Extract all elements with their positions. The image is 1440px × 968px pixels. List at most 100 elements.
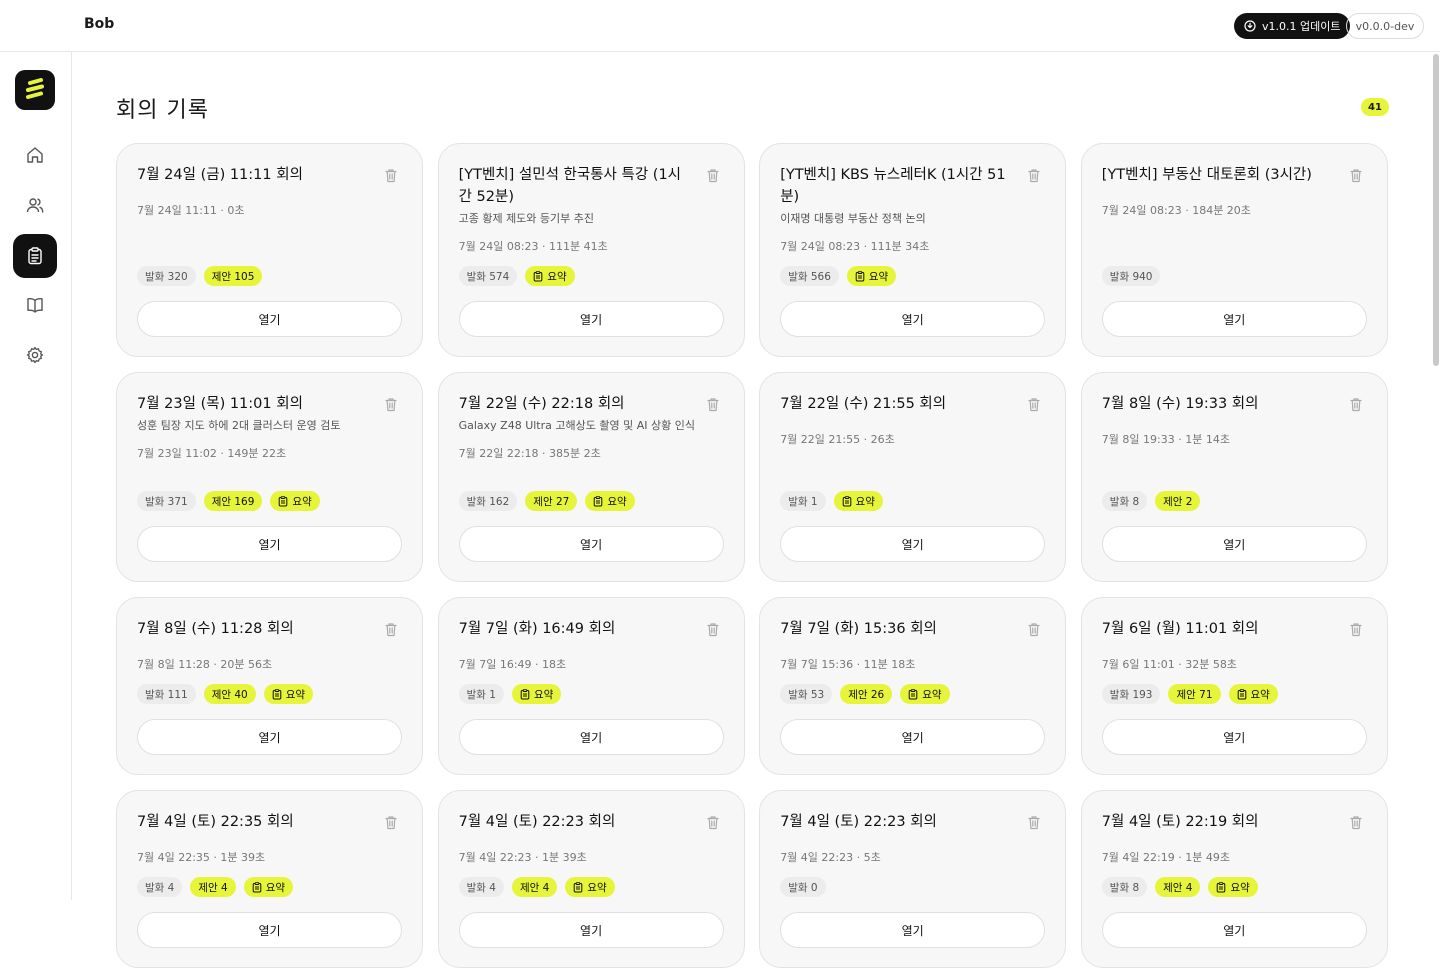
meeting-card[interactable]: [YT벤치] KBS 뉴스레터K (1시간 51분) 이재명 대통령 부동산 정책… — [759, 143, 1067, 357]
meeting-card[interactable]: 7월 6일 (월) 11:01 회의 7월 6일 11:01 · 32분 58초 발… — [1080, 597, 1388, 775]
open-button[interactable]: 열기 — [1101, 912, 1367, 948]
meeting-card[interactable]: 7월 4일 (토) 22:23 회의 7월 4일 22:23 · 1분 39초 발화… — [437, 790, 745, 968]
meeting-card[interactable]: [YT벤치] 부동산 대토론회 (3시간) 7월 24일 08:23 · 184분… — [1080, 143, 1388, 357]
summary-label: 요약 — [547, 270, 567, 283]
summary-label: 요약 — [607, 495, 627, 508]
proposal-count-chip: 제안 4 — [511, 877, 558, 897]
home-icon — [25, 145, 45, 165]
trash-icon[interactable] — [1349, 397, 1363, 412]
utterance-count-chip: 발화 53 — [780, 684, 833, 704]
utterance-count-chip: 발화 8 — [1101, 877, 1148, 897]
trash-icon[interactable] — [384, 397, 398, 412]
meeting-chips: 발화 0 — [780, 877, 826, 897]
summary-label: 요약 — [285, 688, 306, 701]
summary-label: 요약 — [533, 688, 554, 701]
app-logo[interactable] — [15, 70, 55, 110]
open-button[interactable]: 열기 — [137, 912, 402, 948]
trash-icon[interactable] — [1027, 168, 1041, 183]
meeting-card[interactable]: 7월 23일 (목) 11:01 회의 성훈 팀장 지도 하에 2대 클러스터 운… — [116, 372, 423, 582]
summary-chip: 요약 — [900, 684, 950, 704]
open-button[interactable]: 열기 — [780, 301, 1046, 337]
scrollbar-thumb[interactable] — [1433, 54, 1439, 366]
trash-icon[interactable] — [1349, 815, 1363, 830]
sidebar-item-home[interactable] — [13, 133, 57, 177]
open-button[interactable]: 열기 — [1101, 719, 1367, 755]
top-bar: Bob v1.0.1 업데이트 v0.0.0-dev — [0, 0, 1440, 52]
open-button[interactable]: 열기 — [137, 719, 402, 755]
meeting-card[interactable]: [YT벤치] 설민석 한국통사 특강 (1시간 52분) 고종 황제 제도와 등기… — [437, 143, 745, 357]
summary-label: 요약 — [922, 688, 942, 701]
meeting-meta: 7월 22일 21:55 · 26초 — [780, 433, 895, 446]
document-icon — [855, 270, 865, 282]
open-button[interactable]: 열기 — [458, 526, 724, 562]
meeting-card[interactable]: 7월 22일 (수) 22:18 회의 Galaxy Z48 Ultra 고해상도… — [437, 372, 745, 582]
trash-icon[interactable] — [1027, 815, 1041, 830]
open-button[interactable]: 열기 — [458, 301, 724, 337]
trash-icon[interactable] — [1349, 622, 1363, 637]
meeting-meta: 7월 4일 22:35 · 1분 39초 — [137, 851, 266, 864]
meeting-card[interactable]: 7월 4일 (토) 22:19 회의 7월 4일 22:19 · 1분 49초 발화… — [1080, 790, 1388, 968]
open-button[interactable]: 열기 — [458, 912, 724, 948]
meeting-card[interactable]: 7월 24일 (금) 11:11 회의 7월 24일 11:11 · 0초 발화 3… — [116, 143, 423, 357]
meeting-card[interactable]: 7월 4일 (토) 22:23 회의 7월 4일 22:23 · 5초 발화 0 열기 — [759, 790, 1067, 968]
update-label: v1.0.1 업데이트 — [1262, 20, 1341, 33]
trash-icon[interactable] — [384, 168, 398, 183]
meeting-chips: 발화 8 제안 4 요약 — [1101, 877, 1258, 897]
utterance-count-chip: 발화 574 — [458, 266, 518, 286]
utterance-count-chip: 발화 1 — [458, 684, 504, 704]
meeting-card[interactable]: 7월 7일 (화) 16:49 회의 7월 7일 16:49 · 18초 발화 1 요… — [437, 597, 745, 775]
meeting-title: 7월 24일 (금) 11:11 회의 — [137, 167, 303, 183]
open-button[interactable]: 열기 — [137, 526, 402, 562]
document-icon — [842, 495, 852, 507]
update-button[interactable]: v1.0.1 업데이트 — [1234, 13, 1351, 39]
open-button[interactable]: 열기 — [137, 301, 402, 337]
trash-icon[interactable] — [706, 622, 720, 637]
document-icon — [272, 688, 282, 700]
sidebar-item-people[interactable] — [13, 183, 57, 227]
trash-icon[interactable] — [1027, 397, 1041, 412]
meeting-title: [YT벤치] 부동산 대토론회 (3시간) — [1101, 167, 1312, 183]
meeting-title: 7월 8일 (수) 19:33 회의 — [1101, 396, 1259, 412]
sidebar-item-settings[interactable] — [13, 333, 57, 377]
open-button[interactable]: 열기 — [780, 719, 1046, 755]
open-button[interactable]: 열기 — [1101, 301, 1367, 337]
sidebar-item-meetings[interactable] — [13, 234, 57, 278]
utterance-count-chip: 발화 4 — [458, 877, 504, 897]
proposal-count-chip: 제안 105 — [203, 266, 263, 286]
app-name: Bob — [84, 16, 115, 32]
utterance-count-chip: 발화 0 — [780, 877, 826, 897]
meeting-title: 7월 22일 (수) 21:55 회의 — [780, 396, 947, 412]
sidebar — [0, 52, 72, 900]
meeting-card[interactable]: 7월 22일 (수) 21:55 회의 7월 22일 21:55 · 26초 발화 … — [759, 372, 1067, 582]
meeting-meta: 7월 24일 08:23 · 111분 41초 — [458, 240, 608, 253]
meeting-meta: 7월 4일 22:19 · 1분 49초 — [1101, 851, 1230, 864]
summary-chip: 요약 — [270, 491, 320, 511]
trash-icon[interactable] — [706, 815, 720, 830]
document-icon — [573, 881, 583, 893]
trash-icon[interactable] — [706, 168, 720, 183]
users-icon — [25, 195, 45, 215]
open-button[interactable]: 열기 — [780, 526, 1046, 562]
scrollbar[interactable] — [1432, 52, 1440, 900]
summary-chip: 요약 — [565, 877, 615, 897]
trash-icon[interactable] — [384, 622, 398, 637]
trash-icon[interactable] — [1027, 622, 1041, 637]
open-button[interactable]: 열기 — [1101, 526, 1367, 562]
utterance-count-chip: 발화 371 — [137, 491, 196, 511]
proposal-count-chip: 제안 169 — [203, 491, 263, 511]
summary-chip: 요약 — [585, 491, 635, 511]
meeting-card[interactable]: 7월 4일 (토) 22:35 회의 7월 4일 22:35 · 1분 39초 발화… — [116, 790, 423, 968]
trash-icon[interactable] — [706, 397, 720, 412]
open-button[interactable]: 열기 — [458, 719, 724, 755]
meeting-meta: 7월 24일 08:23 · 184분 20초 — [1101, 204, 1251, 217]
trash-icon[interactable] — [1349, 168, 1363, 183]
sidebar-item-library[interactable] — [13, 283, 57, 327]
meeting-card[interactable]: 7월 8일 (수) 11:28 회의 7월 8일 11:28 · 20분 56초 발… — [116, 597, 423, 775]
trash-icon[interactable] — [384, 815, 398, 830]
summary-chip: 요약 — [525, 266, 575, 286]
proposal-count-chip: 제안 71 — [1168, 684, 1221, 704]
open-button[interactable]: 열기 — [780, 912, 1046, 948]
meeting-card[interactable]: 7월 8일 (수) 19:33 회의 7월 8일 19:33 · 1분 14초 발화… — [1080, 372, 1388, 582]
meeting-card[interactable]: 7월 7일 (화) 15:36 회의 7월 7일 15:36 · 11분 18초 발… — [759, 597, 1067, 775]
summary-label: 요약 — [868, 270, 889, 283]
